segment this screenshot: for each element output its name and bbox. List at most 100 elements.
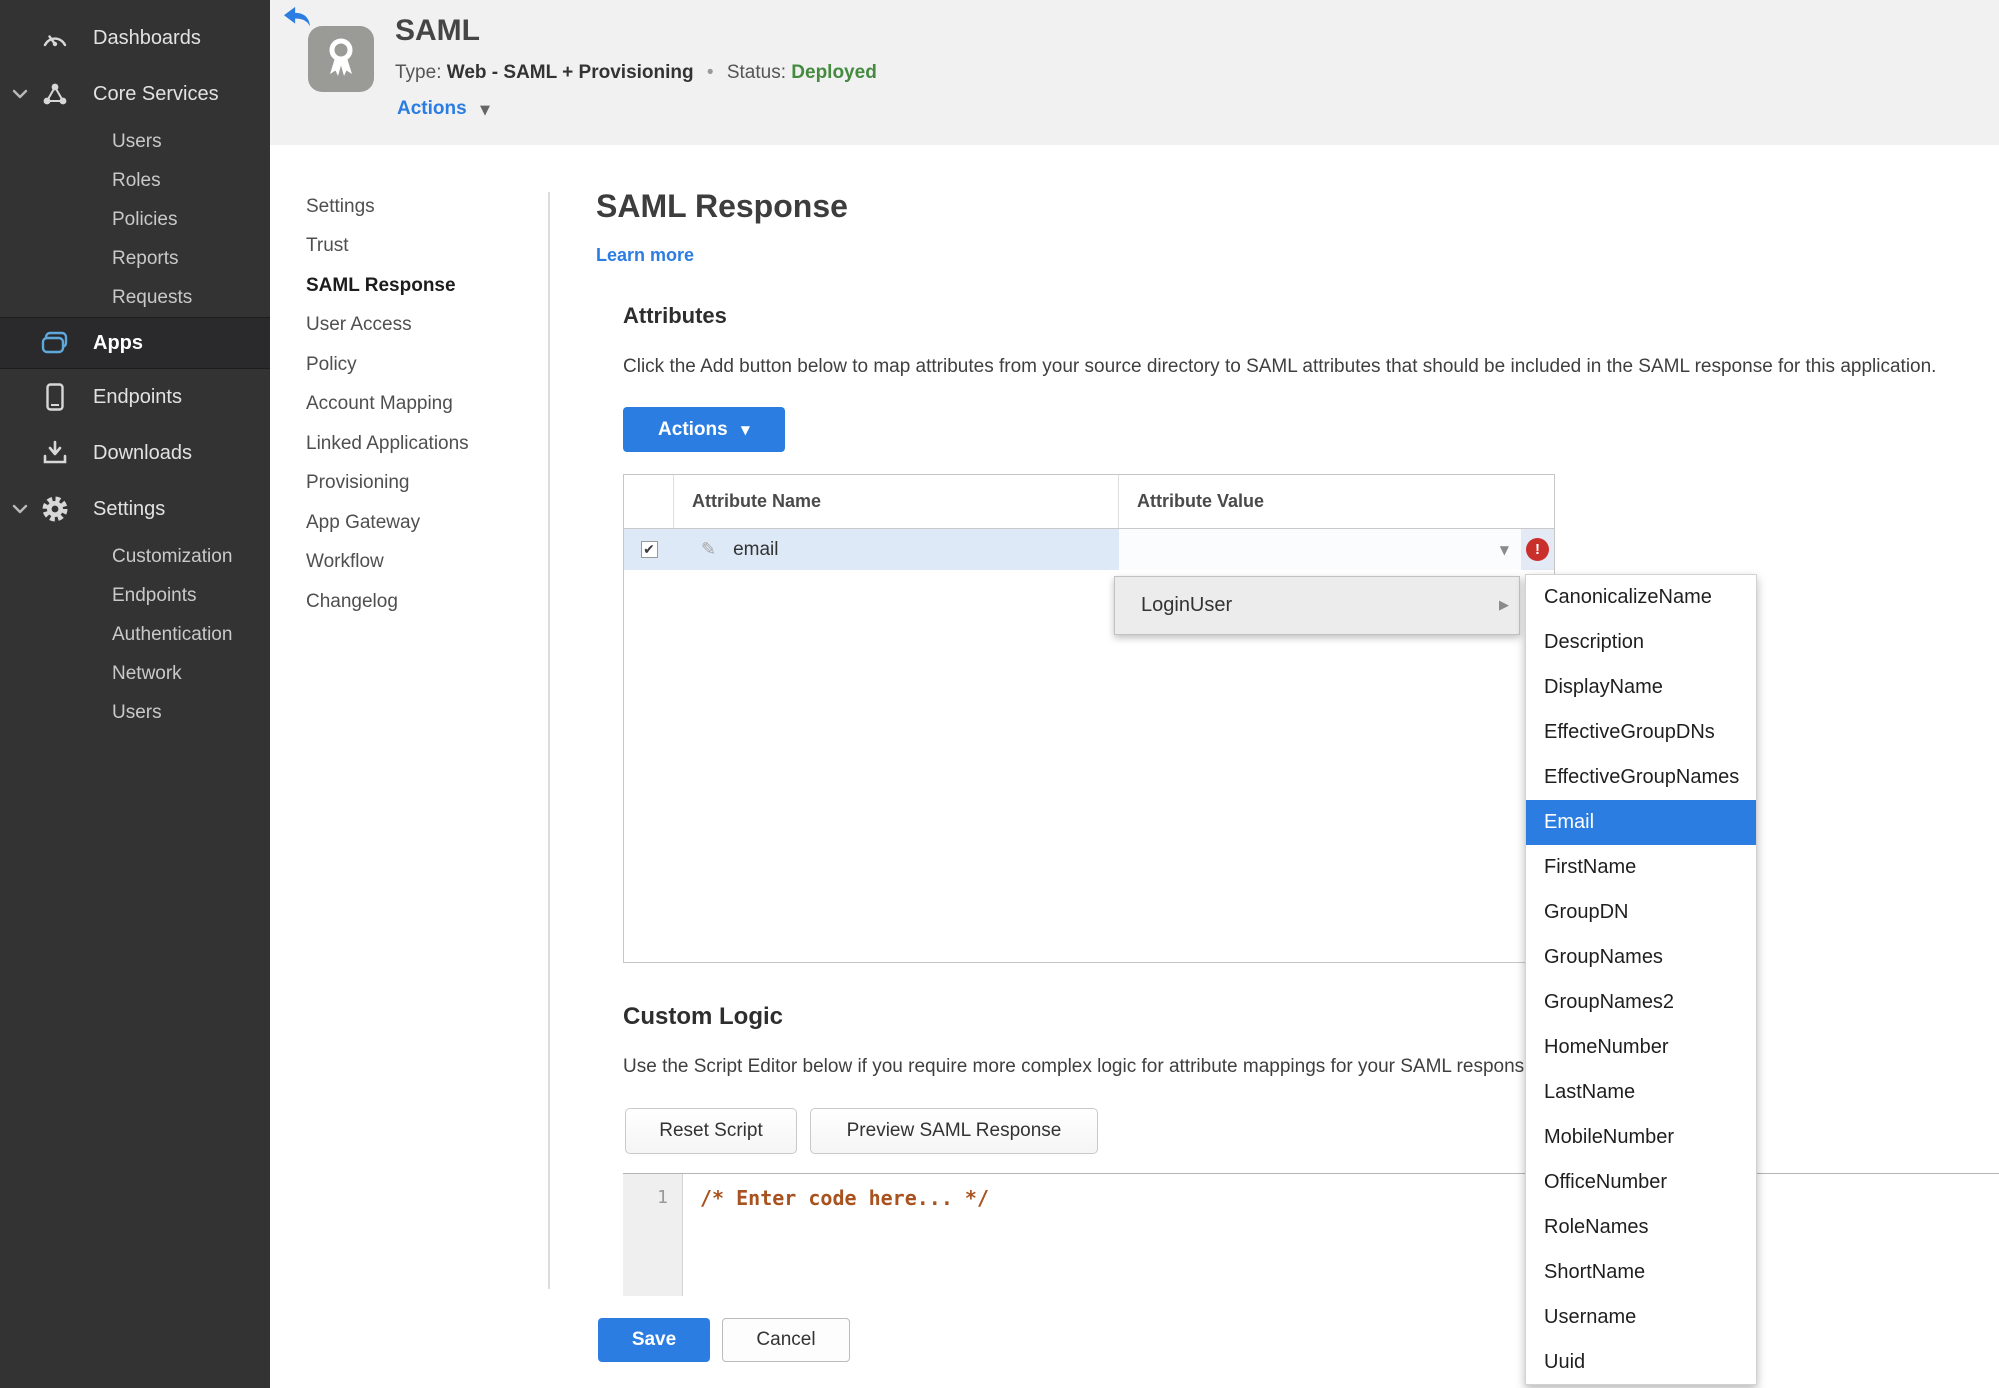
submenu-option-label: MobileNumber <box>1544 1126 1675 1148</box>
meta-separator: • <box>706 62 714 83</box>
submenu-option-label: FirstName <box>1544 856 1637 878</box>
submenu-option[interactable]: CanonicalizeName <box>1526 575 1756 620</box>
sidebar-subitem-label: Authentication <box>112 623 233 645</box>
reset-script-button[interactable]: Reset Script <box>625 1108 797 1154</box>
submenu-option[interactable]: Email <box>1526 800 1756 845</box>
submenu-option[interactable]: LastName <box>1526 1070 1756 1115</box>
edit-pencil-icon[interactable]: ✎ <box>701 539 716 560</box>
phone-icon <box>40 382 70 412</box>
sidebar-subitem[interactable]: Customization <box>0 537 270 576</box>
subnav-item[interactable]: Provisioning <box>306 464 531 504</box>
sidebar-subitem[interactable]: Requests <box>0 278 270 317</box>
save-button[interactable]: Save <box>598 1318 710 1362</box>
submenu-option-label: Description <box>1544 631 1645 653</box>
sidebar-subitem-label: Customization <box>112 545 233 567</box>
preview-saml-response-button[interactable]: Preview SAML Response <box>810 1108 1098 1154</box>
app-meta: Type: Web - SAML + Provisioning • Status… <box>395 62 877 84</box>
type-value: Web - SAML + Provisioning <box>446 62 694 83</box>
submenu-option-label: ShortName <box>1544 1261 1646 1283</box>
sidebar-subitem[interactable]: Users <box>0 122 270 161</box>
subnav-item[interactable]: Settings <box>306 187 531 227</box>
sidebar-settings-children: Customization Endpoints Authentication N… <box>0 537 270 732</box>
attribute-name-cell: ✎ email <box>674 529 1119 570</box>
saml-app-icon <box>308 26 374 92</box>
submenu-option[interactable]: Description <box>1526 620 1756 665</box>
editor-code-area[interactable]: /* Enter code here... */ <box>683 1174 1999 1296</box>
submenu-option-label: GroupDN <box>1544 901 1629 923</box>
download-icon <box>40 438 70 468</box>
status-label: Status: <box>726 62 786 83</box>
subnav-item-label: Settings <box>306 195 375 217</box>
sidebar-item-label: Settings <box>93 497 166 520</box>
sidebar-subitem[interactable]: Network <box>0 654 270 693</box>
subnav-item[interactable]: App Gateway <box>306 503 531 543</box>
subnav-item[interactable]: SAML Response <box>306 266 531 306</box>
submenu-option[interactable]: RoleNames <box>1526 1205 1756 1250</box>
sidebar-subitem-label: Endpoints <box>112 584 197 606</box>
subnav-item[interactable]: Workflow <box>306 543 531 583</box>
submenu-option[interactable]: HomeNumber <box>1526 1025 1756 1070</box>
submenu-option[interactable]: EffectiveGroupNames <box>1526 755 1756 800</box>
type-label: Type: <box>395 62 442 83</box>
submenu-option[interactable]: EffectiveGroupDNs <box>1526 710 1756 755</box>
submenu-option[interactable]: ShortName <box>1526 1250 1756 1295</box>
script-editor: 1 /* Enter code here... */ <box>623 1173 1999 1296</box>
subnav-item[interactable]: Account Mapping <box>306 385 531 425</box>
subnav-item[interactable]: Changelog <box>306 582 531 622</box>
subnav-item[interactable]: Policy <box>306 345 531 385</box>
submenu-option-label: DisplayName <box>1544 676 1663 698</box>
subnav-item[interactable]: User Access <box>306 306 531 346</box>
sidebar-subitem-label: Reports <box>112 247 179 269</box>
submenu-option[interactable]: Username <box>1526 1295 1756 1340</box>
submenu-option[interactable]: GroupNames2 <box>1526 980 1756 1025</box>
sidebar-item-dashboards[interactable]: Dashboards <box>0 10 270 66</box>
sidebar-item-label: Downloads <box>93 441 192 464</box>
submenu-option-label: LastName <box>1544 1081 1636 1103</box>
sidebar-item-endpoints[interactable]: Endpoints <box>0 369 270 425</box>
submenu-option[interactable]: DisplayName <box>1526 665 1756 710</box>
table-header-row: Attribute Name Attribute Value <box>624 475 1554 529</box>
attribute-value-dropdown[interactable]: ▼ <box>1119 529 1521 570</box>
subnav-item[interactable]: Linked Applications <box>306 424 531 464</box>
subnav-item-label: App Gateway <box>306 511 421 533</box>
sidebar-item-core-services[interactable]: Core Services <box>0 66 270 122</box>
chevron-down-icon[interactable] <box>12 500 30 518</box>
sidebar-subitem[interactable]: Roles <box>0 161 270 200</box>
submenu-option[interactable]: GroupDN <box>1526 890 1756 935</box>
sidebar-item-label: Core Services <box>93 82 219 105</box>
sidebar-item-apps[interactable]: Apps <box>0 317 270 369</box>
sidebar-subitem[interactable]: Policies <box>0 200 270 239</box>
attributes-actions-button[interactable]: Actions ▼ <box>623 407 785 452</box>
submenu-option[interactable]: GroupNames <box>1526 935 1756 980</box>
subnav-item-label: SAML Response <box>306 274 456 296</box>
attributes-table: Attribute Name Attribute Value ✔ ✎ email… <box>623 474 1555 963</box>
chevron-down-icon[interactable] <box>12 85 30 103</box>
sidebar-subitem[interactable]: Endpoints <box>0 576 270 615</box>
submenu-option[interactable]: MobileNumber <box>1526 1115 1756 1160</box>
app-header: SAML Type: Web - SAML + Provisioning • S… <box>270 0 1999 145</box>
header-actions-menu[interactable]: Actions ▼ <box>397 98 490 120</box>
sidebar-subitem[interactable]: Reports <box>0 239 270 278</box>
sidebar-subitem[interactable]: Authentication <box>0 615 270 654</box>
core-services-icon <box>40 79 70 109</box>
sidebar-subitem[interactable]: Users <box>0 693 270 732</box>
submenu-option-label: HomeNumber <box>1544 1036 1669 1058</box>
value-dropdown-menu[interactable]: LoginUser ▶ <box>1114 576 1520 635</box>
subnav-item[interactable]: Trust <box>306 227 531 267</box>
learn-more-link[interactable]: Learn more <box>596 245 694 266</box>
submenu-option-label: CanonicalizeName <box>1544 586 1712 608</box>
attributes-description: Click the Add button below to map attrib… <box>623 356 1937 377</box>
submenu-arrow-icon: ▶ <box>1499 598 1509 613</box>
sidebar-subitem-label: Roles <box>112 169 161 191</box>
submenu-option[interactable]: FirstName <box>1526 845 1756 890</box>
submenu-option[interactable]: OfficeNumber <box>1526 1160 1756 1205</box>
value-menu-label: LoginUser <box>1141 594 1233 616</box>
submenu-option[interactable]: Uuid <box>1526 1340 1756 1385</box>
row-checkbox[interactable]: ✔ <box>640 541 658 558</box>
sidebar-item-downloads[interactable]: Downloads <box>0 425 270 481</box>
back-arrow-icon[interactable] <box>282 5 312 31</box>
select-column-header <box>624 475 674 528</box>
sidebar-item-settings[interactable]: Settings <box>0 481 270 537</box>
cancel-button[interactable]: Cancel <box>722 1318 850 1362</box>
attribute-value-column-header: Attribute Value <box>1137 491 1265 511</box>
